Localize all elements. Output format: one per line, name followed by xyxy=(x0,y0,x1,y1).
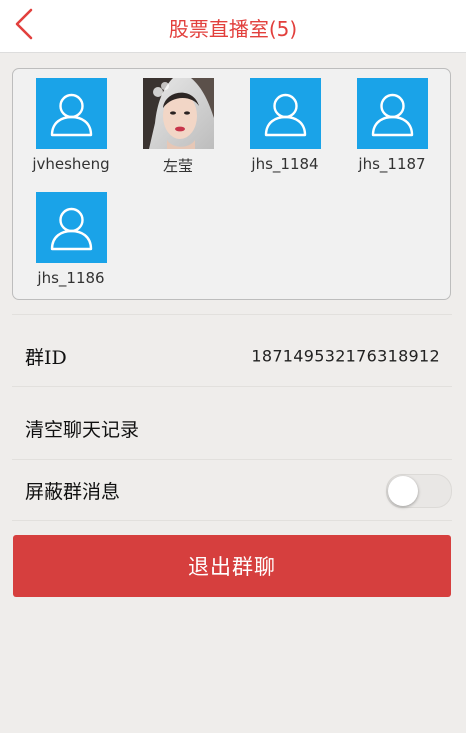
group-id-row: 群ID 187149532176318912 xyxy=(12,326,452,386)
clear-history-label: 清空聊天记录 xyxy=(25,418,140,441)
member-name: jhs_1186 xyxy=(37,269,105,287)
quit-group-button[interactable]: 退出群聊 xyxy=(13,535,451,597)
member-name: 左莹 xyxy=(162,157,193,175)
member-grid: jvhesheng 左莹 jhs_1184 jhs_1187 jhs_1186 xyxy=(12,68,451,300)
divider xyxy=(12,386,452,387)
mute-row: 屏蔽群消息 xyxy=(12,460,452,520)
mute-toggle[interactable] xyxy=(386,474,452,508)
toggle-knob xyxy=(388,476,418,506)
clear-history-row[interactable]: 清空聊天记录 xyxy=(12,398,452,458)
default-user-icon xyxy=(249,78,321,149)
member-item[interactable]: jhs_1186 xyxy=(21,192,121,287)
page-title: 股票直播室(5) xyxy=(168,17,298,41)
member-name: jhs_1184 xyxy=(251,155,319,173)
divider xyxy=(12,520,452,521)
default-user-icon xyxy=(35,78,107,149)
header: 股票直播室(5) xyxy=(0,0,466,53)
group-id-value: 187149532176318912 xyxy=(251,346,440,366)
member-item[interactable]: jvhesheng xyxy=(21,78,121,173)
member-name: jvhesheng xyxy=(32,155,110,173)
member-item[interactable]: 左莹 xyxy=(128,78,228,176)
member-item[interactable]: jhs_1187 xyxy=(342,78,442,173)
divider xyxy=(12,314,452,315)
user-photo xyxy=(142,78,214,149)
member-name: jhs_1187 xyxy=(358,155,426,173)
default-user-icon xyxy=(35,192,107,263)
member-item[interactable]: jhs_1184 xyxy=(235,78,335,173)
default-user-icon xyxy=(356,78,428,149)
mute-label: 屏蔽群消息 xyxy=(25,480,121,503)
group-id-label: 群ID xyxy=(25,346,67,369)
